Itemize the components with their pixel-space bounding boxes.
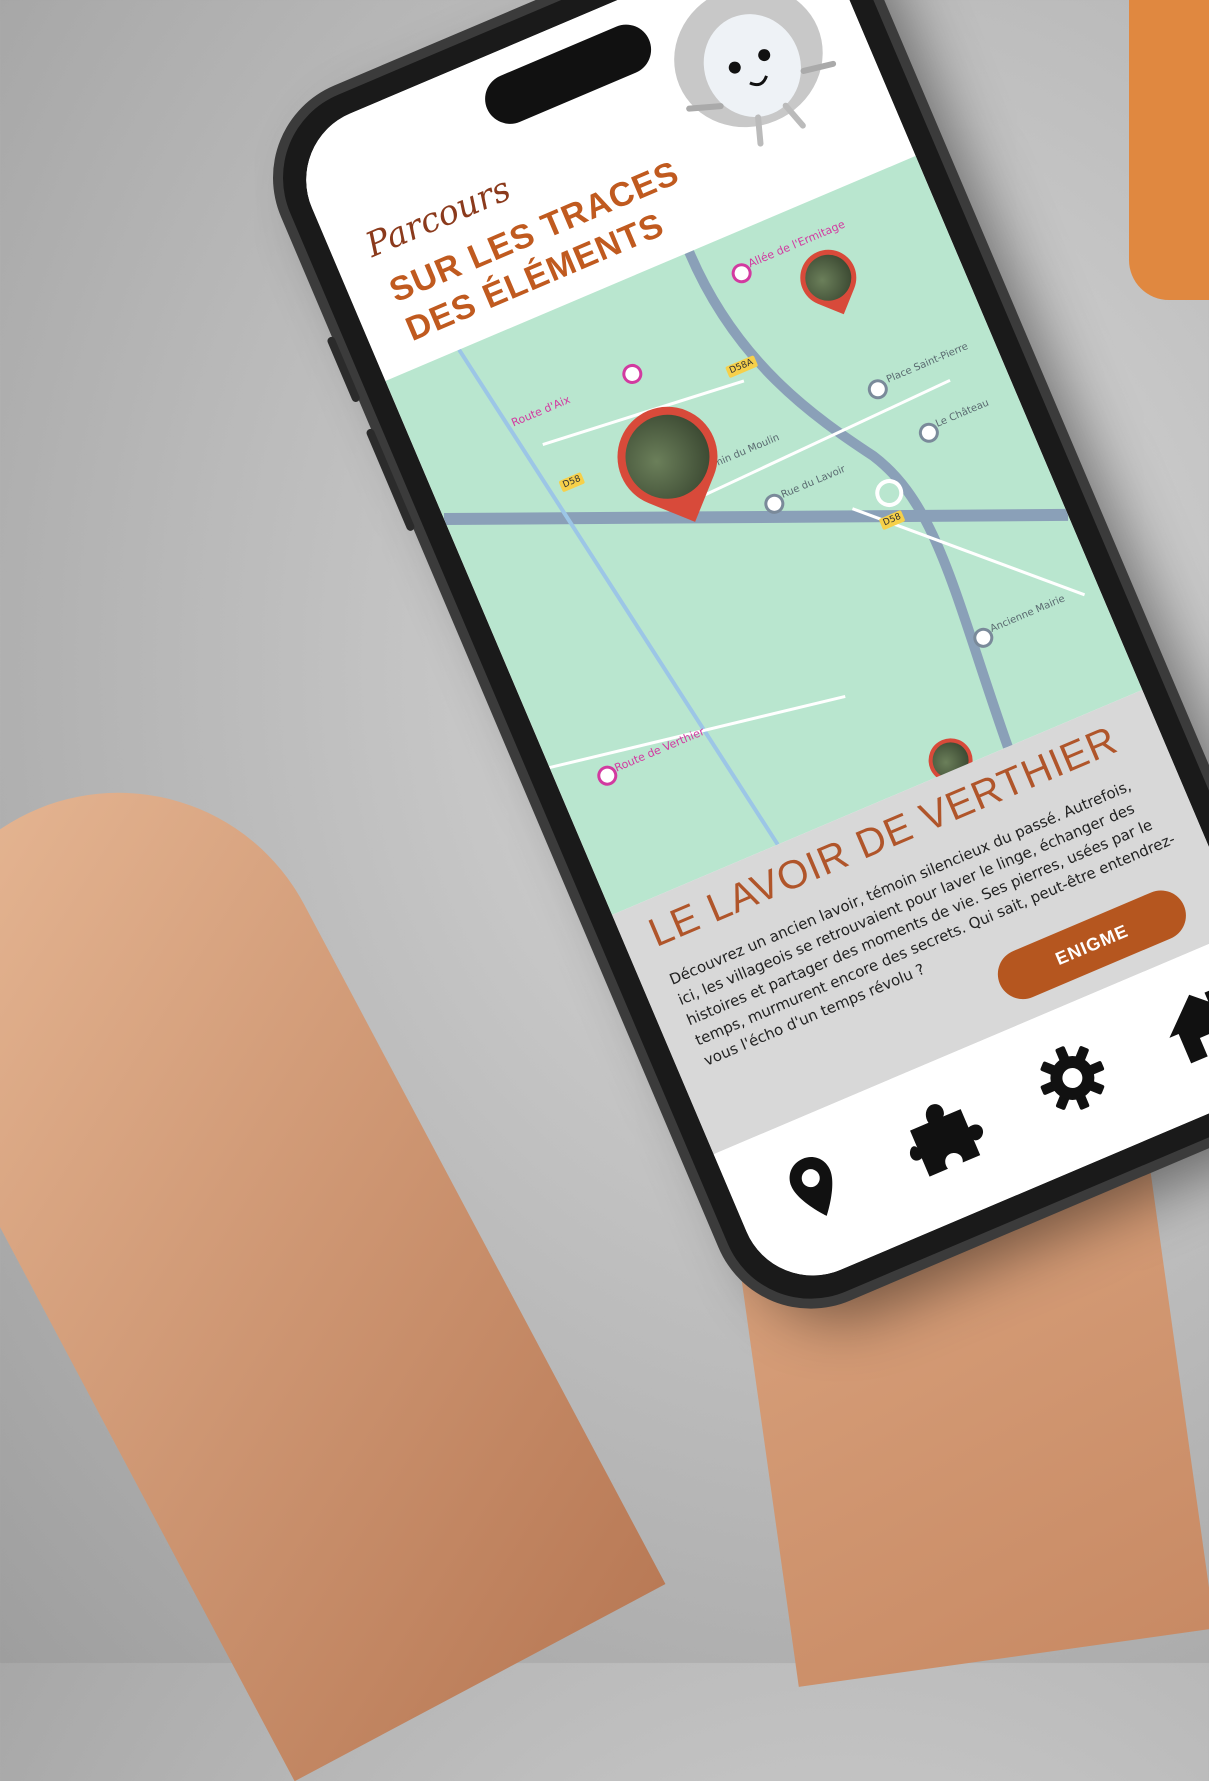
nav-puzzle[interactable] — [891, 1080, 996, 1185]
background-orange-card — [1129, 0, 1209, 300]
phone-side-button — [326, 335, 361, 404]
nav-settings[interactable] — [1020, 1026, 1125, 1131]
home-icon — [1169, 989, 1209, 1064]
hand-palm — [0, 718, 666, 1781]
nav-map[interactable] — [762, 1135, 867, 1240]
map-pin-icon — [789, 1157, 833, 1216]
nav-home[interactable] — [1149, 971, 1209, 1076]
puzzle-icon — [909, 1104, 983, 1177]
gear-icon — [1040, 1046, 1105, 1110]
mascot-illustration — [674, 0, 837, 147]
phone-screen: Parcours SUR LES TRACES DES ÉLÉMENTS D58… — [283, 0, 1209, 1298]
phone-side-button — [365, 427, 416, 533]
